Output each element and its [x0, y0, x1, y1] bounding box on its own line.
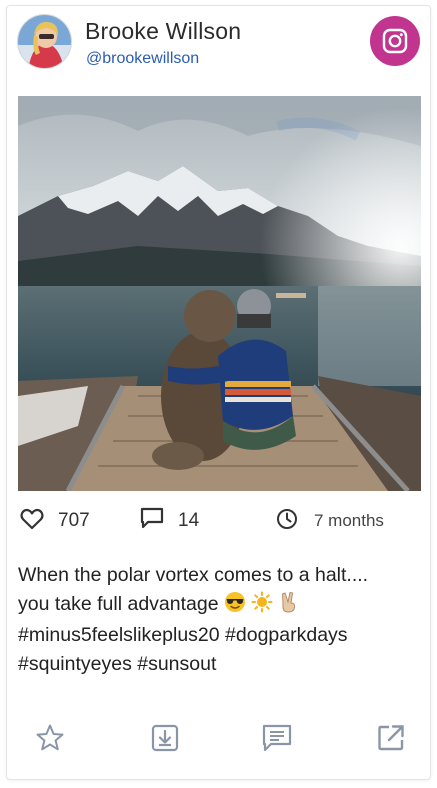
post-caption: When the polar vortex comes to a halt...…: [18, 561, 423, 678]
caption-hashtags: #minus5feelslikeplus20 #dogparkdays: [18, 624, 348, 646]
download-icon[interactable]: [145, 718, 185, 758]
comment-icon[interactable]: [257, 718, 297, 758]
posted-time: 7 months: [314, 511, 384, 530]
avatar[interactable]: [17, 14, 72, 69]
likes-stat[interactable]: 707: [20, 506, 90, 536]
sun-emoji: [251, 591, 273, 622]
post-photo[interactable]: [18, 96, 421, 491]
post-actions: [7, 718, 432, 758]
comment-bubble-icon[interactable]: [140, 507, 164, 535]
heart-icon[interactable]: [20, 508, 44, 535]
sunglasses-face-emoji: [224, 591, 246, 622]
post-card: Brooke Willson @brookewillson 707 14 7 m…: [6, 5, 431, 780]
clock-icon: [276, 508, 298, 535]
posted-stat: 7 months: [276, 506, 384, 536]
post-stats: 707 14 7 months: [18, 506, 421, 536]
profile-name[interactable]: Brooke Willson: [85, 18, 241, 45]
caption-line: When the polar vortex comes to a halt...…: [18, 564, 369, 586]
open-external-icon[interactable]: [371, 718, 411, 758]
profile-handle[interactable]: @brookewillson: [86, 50, 199, 68]
caption-hashtags: #squintyeyes #sunsout: [18, 652, 217, 675]
caption-line: you take full advantage: [18, 590, 423, 622]
comments-count: 14: [178, 510, 200, 531]
victory-hand-emoji: [279, 591, 299, 622]
likes-count: 707: [58, 510, 90, 531]
star-icon[interactable]: [30, 718, 70, 758]
comments-stat[interactable]: 14: [140, 506, 199, 536]
instagram-icon[interactable]: [370, 16, 420, 66]
